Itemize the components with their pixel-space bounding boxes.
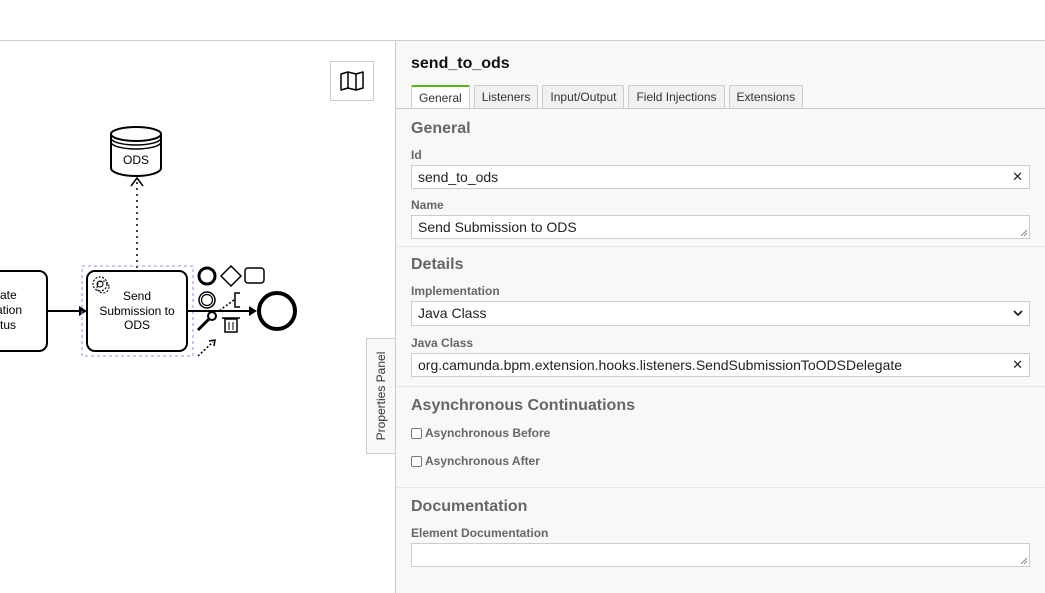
properties-panel-toggle[interactable]: Properties Panel: [366, 338, 395, 454]
tabs-divider: [396, 108, 1045, 109]
async-after-row[interactable]: Asynchronous After: [411, 454, 540, 468]
append-task-icon[interactable]: [244, 267, 265, 284]
properties-panel-toggle-label: Properties Panel: [374, 351, 388, 441]
element-documentation-field[interactable]: [411, 543, 1030, 567]
async-after-checkbox[interactable]: [411, 455, 422, 467]
data-store-ods[interactable]: ODS: [110, 126, 162, 177]
id-value: send_to_ods: [418, 169, 499, 185]
java-class-field[interactable]: org.camunda.bpm.extension.hooks.listener…: [411, 353, 1030, 377]
id-label: Id: [411, 148, 422, 162]
flow-arrow-icon-2: [249, 306, 257, 316]
name-value: Send Submission to ODS: [418, 219, 577, 235]
panel-tabs: General Listeners Input/Output Field Inj…: [411, 85, 807, 108]
end-event[interactable]: [257, 291, 297, 331]
documentation-heading: Documentation: [411, 498, 528, 515]
clear-id-icon[interactable]: ✕: [1012, 166, 1023, 188]
implementation-label: Implementation: [411, 284, 500, 298]
toggle-minimap-button[interactable]: [330, 61, 374, 101]
partial-task-line-3: tus: [0, 318, 16, 332]
partial-task-line-2: ation: [0, 303, 22, 317]
task-line-3: ODS: [124, 318, 150, 332]
tab-field-injections[interactable]: Field Injections: [628, 85, 725, 108]
tab-input-output[interactable]: Input/Output: [542, 85, 625, 108]
wrench-icon[interactable]: [196, 311, 217, 332]
properties-panel: send_to_ods General Listeners Input/Outp…: [395, 41, 1045, 593]
bpmn-diagram[interactable]: ODS ate ation tus Send Submission to: [0, 41, 395, 593]
async-before-row[interactable]: Asynchronous Before: [411, 426, 550, 440]
group-divider: [396, 246, 1045, 247]
connect-icon[interactable]: [197, 339, 216, 357]
group-divider-2: [396, 386, 1045, 387]
chevron-down-icon: [1013, 310, 1023, 317]
resize-handle-icon-2[interactable]: [1020, 557, 1028, 565]
id-field[interactable]: send_to_ods ✕: [411, 165, 1030, 189]
details-heading: Details: [411, 256, 464, 273]
text-annotation-icon[interactable]: [219, 292, 240, 311]
java-class-label: Java Class: [411, 336, 474, 350]
tab-listeners[interactable]: Listeners: [473, 85, 539, 108]
trash-icon[interactable]: [222, 317, 240, 333]
service-task-send-submission[interactable]: Send Submission to ODS: [86, 270, 188, 352]
partial-task[interactable]: ate ation tus: [0, 270, 48, 352]
resize-handle-icon[interactable]: [1020, 229, 1028, 237]
data-store-label: ODS: [123, 153, 149, 167]
async-before-checkbox[interactable]: [411, 427, 422, 439]
panel-title: send_to_ods: [411, 55, 510, 72]
top-bar: [0, 0, 1045, 41]
map-icon: [340, 71, 364, 91]
name-field[interactable]: Send Submission to ODS: [411, 215, 1030, 239]
clear-java-class-icon[interactable]: ✕: [1012, 354, 1023, 376]
flow-arrow-icon: [79, 306, 87, 316]
group-divider-3: [396, 487, 1045, 488]
element-documentation-label: Element Documentation: [411, 526, 549, 540]
partial-task-line-1: ate: [0, 288, 17, 302]
append-intermediate-event-icon[interactable]: [198, 291, 216, 309]
tab-general[interactable]: General: [411, 85, 470, 108]
implementation-value: Java Class: [418, 305, 487, 321]
java-class-value: org.camunda.bpm.extension.hooks.listener…: [418, 357, 903, 373]
implementation-select[interactable]: Java Class: [411, 301, 1030, 326]
task-line-1: Send: [123, 289, 151, 303]
tab-extensions[interactable]: Extensions: [728, 85, 804, 108]
async-after-label[interactable]: Asynchronous After: [425, 454, 540, 468]
name-label: Name: [411, 198, 444, 212]
async-heading: Asynchronous Continuations: [411, 397, 635, 414]
task-line-2: Submission to: [99, 304, 175, 318]
append-end-event-icon[interactable]: [197, 266, 217, 286]
general-heading: General: [411, 120, 471, 137]
diagram-canvas[interactable]: ODS ate ation tus Send Submission to: [0, 41, 395, 593]
async-before-label[interactable]: Asynchronous Before: [425, 426, 550, 440]
append-gateway-icon[interactable]: [219, 264, 243, 288]
